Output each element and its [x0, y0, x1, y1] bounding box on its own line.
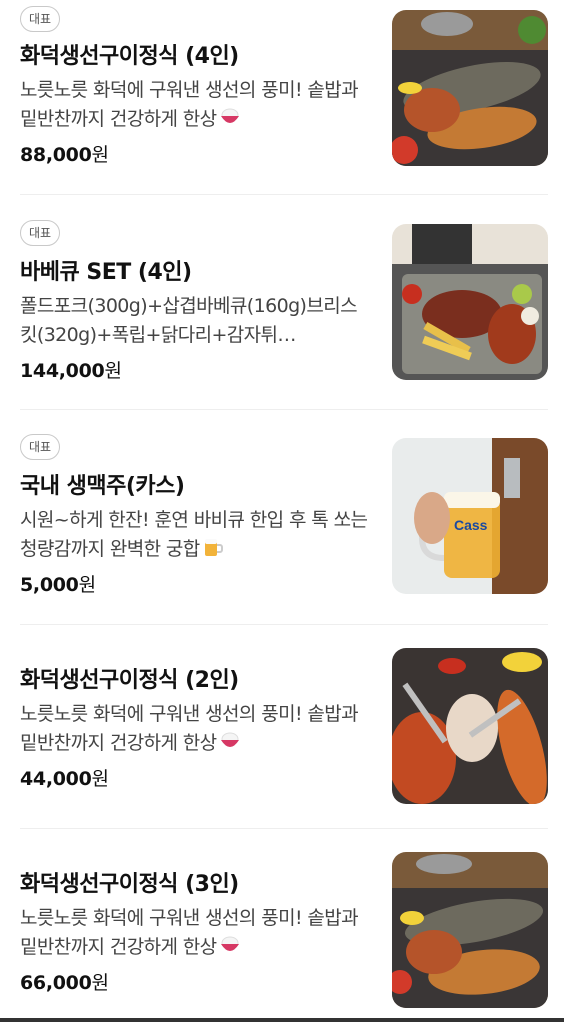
menu-item[interactable]: 화덕생선구이정식 (3인) 노릇노릇 화덕에 구워낸 생선의 풍미! 솥밥과 밑… [20, 852, 548, 1022]
divider [20, 828, 548, 829]
rice-bowl-icon [220, 732, 239, 747]
menu-item-price: 44,000원 [20, 768, 109, 790]
grilled-fish-tongs-image [392, 648, 548, 804]
rice-bowl-icon [220, 936, 239, 951]
menu-item[interactable]: 화덕생선구이정식 (2인) 노릇노릇 화덕에 구워낸 생선의 풍미! 솥밥과 밑… [20, 648, 548, 818]
divider [20, 409, 548, 410]
rice-bowl-icon [220, 108, 239, 123]
menu-item-title: 화덕생선구이정식 (4인) [20, 44, 239, 69]
grilled-fish-platter-image [392, 10, 548, 166]
menu-item[interactable]: 대표 화덕생선구이정식 (4인) 노릇노릇 화덕에 구워낸 생선의 풍미! 솥밥… [20, 6, 548, 176]
menu-item-title: 바베큐 SET (4인) [20, 260, 192, 285]
featured-badge: 대표 [20, 220, 61, 246]
featured-badge: 대표 [20, 434, 61, 460]
grilled-fish-platter-image [392, 852, 548, 1008]
menu-item-description: 폴드포크(300g)+삽겹바베큐(160g)브리스킷(320g)+폭립+닭다리+… [20, 295, 358, 346]
menu-item-description: 노릇노릇 화덕에 구워낸 생선의 풍미! 솥밥과 밑반찬까지 건강하게 한상 [20, 703, 359, 754]
menu-item-title: 국내 생맥주(카스) [20, 474, 185, 499]
menu-item-description: 시원~하게 한잔! 훈연 바비큐 한입 후 톡 쏘는 청량감까지 완벽한 궁합 [20, 509, 368, 560]
svg-text:Cass: Cass [454, 517, 488, 533]
menu-item-description: 노릇노릇 화덕에 구워낸 생선의 풍미! 솥밥과 밑반찬까지 건강하게 한상 [20, 79, 359, 130]
draft-beer-image: Cass [392, 438, 548, 594]
bottom-edge-bar [0, 1018, 564, 1022]
featured-badge: 대표 [20, 6, 61, 32]
menu-item-title: 화덕생선구이정식 (3인) [20, 872, 239, 897]
bbq-platter-image [392, 224, 548, 380]
menu-item-title: 화덕생선구이정식 (2인) [20, 668, 239, 693]
menu-item[interactable]: 대표 바베큐 SET (4인) 폴드포크(300g)+삽겹바베큐(160g)브리… [20, 220, 548, 390]
beer-mug-icon [204, 539, 223, 556]
menu-item-price: 144,000원 [20, 360, 122, 382]
divider [20, 194, 548, 195]
menu-item-price: 66,000원 [20, 972, 109, 994]
menu-item[interactable]: 대표 국내 생맥주(카스) 시원~하게 한잔! 훈연 바비큐 한입 후 톡 쏘는… [20, 434, 548, 604]
menu-item-price: 5,000원 [20, 574, 96, 596]
menu-item-price: 88,000원 [20, 144, 109, 166]
menu-item-description: 노릇노릇 화덕에 구워낸 생선의 풍미! 솥밥과 밑반찬까지 건강하게 한상 [20, 907, 359, 958]
divider [20, 624, 548, 625]
